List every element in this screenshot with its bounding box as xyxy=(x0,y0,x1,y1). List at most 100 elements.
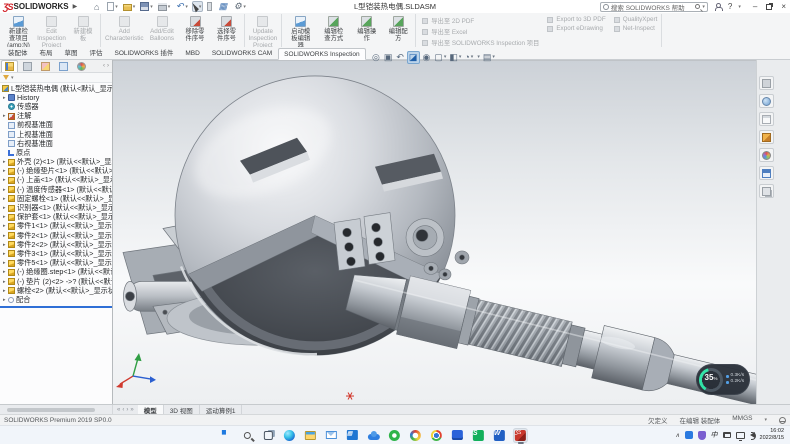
feature-tree-root[interactable]: L型铠装热电偶 (默认<默认_显示状态-1 xyxy=(0,84,112,93)
feature-tree-item[interactable]: 上视基准面 xyxy=(0,130,112,139)
tab-scroll-arrow-icon[interactable]: « xyxy=(117,407,120,413)
tree-horizontal-scrollbar[interactable] xyxy=(0,405,113,414)
tray-shield-icon[interactable] xyxy=(698,431,706,440)
export-3d-pdf-button[interactable]: Export to 3D PDF xyxy=(547,16,605,23)
search-input[interactable]: 搜索 SOLIDWORKS 帮助 ▾ xyxy=(600,2,708,12)
export-2d-pdf-button[interactable]: 导出至 2D PDF xyxy=(422,16,539,25)
options-button[interactable]: ▾ xyxy=(232,1,247,12)
add-characteristic-button[interactable]: Add Characteristic xyxy=(103,14,146,47)
edit-recipes-button[interactable]: 编辑配 方 xyxy=(383,14,416,47)
select-tool-button[interactable]: ▾ xyxy=(192,1,204,12)
dropdown-caret-icon[interactable]: ▾ xyxy=(459,54,462,60)
search-icon[interactable] xyxy=(695,4,700,9)
feature-tree-item[interactable]: ▸ 螺栓<2> (默认<<默认>_显示状态 xyxy=(0,286,112,295)
file-properties-button[interactable] xyxy=(217,1,229,12)
dropdown-caret-icon[interactable]: ▾ xyxy=(185,4,188,10)
dropdown-caret-icon[interactable]: ▾ xyxy=(477,54,480,60)
dropdown-caret-icon[interactable]: ▾ xyxy=(168,4,171,10)
feature-tree-item[interactable]: ▸ 固定螺栓<1> (默认<<默认>_显示 xyxy=(0,194,112,203)
section-view-button[interactable]: ◪ xyxy=(407,51,421,64)
appearances-scenes-button[interactable] xyxy=(759,148,774,162)
previous-view-button[interactable]: ↶ xyxy=(395,51,406,64)
feature-tree-item[interactable]: 前视基准面 xyxy=(0,121,112,130)
feature-tree-item[interactable]: ▸ 识别器<1> (默认<<默认>_显示状 xyxy=(0,203,112,212)
chrome-app[interactable] xyxy=(429,428,444,443)
configurationmanager-tab[interactable] xyxy=(37,60,54,72)
tab-sketch[interactable]: 草图 xyxy=(59,44,84,59)
view-orientation-button[interactable]: ▢ ▾ xyxy=(433,51,447,64)
filter-caret-icon[interactable]: ▾ xyxy=(11,75,14,81)
scrollbar-thumb[interactable] xyxy=(7,408,95,412)
restore-button[interactable] xyxy=(766,4,772,10)
tab-solidworks-addins[interactable]: SOLIDWORKS 插件 xyxy=(109,44,180,59)
tab-assembly[interactable]: 装配体 xyxy=(2,44,34,59)
file-explorer-app[interactable] xyxy=(303,428,318,443)
new-inspection-project-button[interactable]: 新建检 查项目 (amp;N) xyxy=(2,14,35,47)
display-tray-icon[interactable] xyxy=(736,432,745,439)
apply-scene-button[interactable]: ▤ ▾ xyxy=(482,51,496,64)
save-button[interactable]: ▾ xyxy=(139,1,154,12)
dropdown-caret-icon[interactable]: ▾ xyxy=(492,54,495,60)
display-style-button[interactable]: ◧ ▾ xyxy=(448,51,462,64)
print-button[interactable]: ▾ xyxy=(157,1,172,12)
taskbar-clock[interactable]: 16:02 2022/8/15 xyxy=(760,428,784,441)
dropdown-caret-icon[interactable]: ▾ xyxy=(199,4,202,10)
system-monitor-widget[interactable]: 35% 0.3K/s 0.2K/s xyxy=(696,364,750,395)
close-button[interactable]: × xyxy=(781,3,786,11)
tab-layout[interactable]: 布局 xyxy=(34,44,59,59)
net-inspect-button[interactable]: Net-Inspect xyxy=(614,25,658,32)
menu-expand-arrow-icon[interactable]: ▶ xyxy=(73,3,78,10)
view-palette-button[interactable] xyxy=(759,184,774,198)
task-view-button[interactable] xyxy=(261,428,276,443)
featuremanager-tab[interactable] xyxy=(1,60,18,72)
dropdown-caret-icon[interactable]: ▾ xyxy=(471,54,474,60)
browser-ring-app[interactable] xyxy=(408,428,423,443)
cad-model-thermocouple[interactable] xyxy=(113,61,756,404)
remove-balloons-button[interactable]: 移除零 件序号 xyxy=(179,14,212,47)
units-dropdown-icon[interactable]: ▾ xyxy=(764,417,767,423)
login-user-icon[interactable] xyxy=(714,3,722,11)
edge-app[interactable] xyxy=(282,428,297,443)
feature-tree-item[interactable]: ▸ (-) 垫片 (2)<2> ->? (默认<<默认> xyxy=(0,277,112,286)
add-edit-balloons-button[interactable]: Add/Edit Balloons xyxy=(146,14,179,47)
feature-tree-item[interactable]: ▸ (-) 温度传感器<1> (默认<<默认>_ xyxy=(0,185,112,194)
edit-inspection-project-button[interactable]: Edit Inspection Project xyxy=(35,14,68,47)
solidworks-app[interactable]: ƷS xyxy=(513,428,528,443)
edit-inspection-methods-button[interactable]: 编辑检 查方式 xyxy=(317,14,350,47)
hide-show-items-button[interactable]: ◔ ▾ xyxy=(463,51,474,64)
help-dropdown-icon[interactable]: ▾ xyxy=(738,4,741,10)
edit-operations-button[interactable]: 编辑操 作 xyxy=(350,14,383,47)
feature-tree-item[interactable]: ▸ 零件3<1> (默认<<默认>_显示状 xyxy=(0,249,112,258)
mail-app[interactable] xyxy=(324,428,339,443)
viewport-3d[interactable]: 35% 0.3K/s 0.2K/s xyxy=(113,60,756,404)
motion-study-tab[interactable]: 运动算例1 xyxy=(200,405,243,414)
dropdown-caret-icon[interactable]: ▾ xyxy=(243,4,246,10)
displaymanager-tab[interactable] xyxy=(73,60,90,72)
open-button[interactable]: ▾ xyxy=(122,1,137,12)
tab-solidworks-cam[interactable]: SOLIDWORKS CAM xyxy=(206,47,278,59)
tab-scroll-arrow-icon[interactable]: » xyxy=(130,407,133,413)
tab-mbd[interactable]: MBD xyxy=(179,47,205,59)
export-excel-button[interactable]: 导出至 Excel xyxy=(422,27,539,36)
launch-template-editor-button[interactable]: 启动模 板编辑 器 xyxy=(284,14,317,47)
rebuild-button[interactable] xyxy=(206,1,214,12)
export-inspection-project-button[interactable]: 导出至 SOLIDWORKS Inspection 项目 xyxy=(422,38,539,47)
file-explorer-button[interactable] xyxy=(759,112,774,126)
tag-globe-icon[interactable] xyxy=(779,417,786,424)
feature-tree-item[interactable]: 传感器 xyxy=(0,102,112,111)
feature-tree-item[interactable]: ▸ (-) 绝缘垫片<1> (默认<<默认>_显 xyxy=(0,167,112,176)
feature-tree-item[interactable]: ▸ 配合 xyxy=(0,295,112,304)
update-inspection-project-button[interactable]: Update Inspection Project xyxy=(247,14,283,47)
dimxpertmanager-tab[interactable] xyxy=(55,60,72,72)
design-library-button[interactable] xyxy=(759,130,774,144)
tray-blue-icon[interactable] xyxy=(685,431,693,439)
feature-tree-item[interactable]: ▸ 零件2<1> (默认<<默认>_显示状 xyxy=(0,231,112,240)
blue-tool-app[interactable] xyxy=(450,428,465,443)
dropdown-caret-icon[interactable]: ▾ xyxy=(115,4,118,10)
dropdown-caret-icon[interactable]: ▾ xyxy=(150,4,153,10)
3d-views-tab[interactable]: 3D 视图 xyxy=(164,405,200,414)
ime-keyboard-icon[interactable] xyxy=(723,432,731,438)
feature-tree-item[interactable]: ▸ (-) 上盖<1> (默认<<默认>_显示状 xyxy=(0,176,112,185)
edit-appearance-button[interactable]: ▾ xyxy=(475,51,481,64)
undo-button[interactable]: ▾ xyxy=(174,1,189,12)
